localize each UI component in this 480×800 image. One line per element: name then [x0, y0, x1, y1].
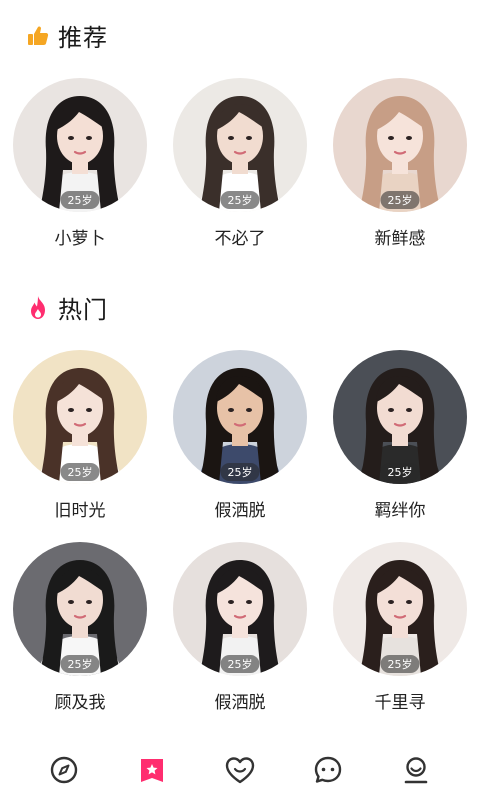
avatar[interactable]: 25岁 — [13, 350, 147, 484]
user-card[interactable]: 25岁新鲜感 — [320, 78, 480, 250]
tab-recommend[interactable] — [124, 742, 180, 798]
user-name: 假洒脱 — [214, 693, 266, 713]
thumbs-up-icon — [26, 24, 50, 48]
avatar[interactable]: 25岁 — [13, 542, 147, 676]
page: 推荐 25岁 小萝卜 25岁 不必了 25岁 新鲜感 热门 25岁 旧时光 25岁 假洒脱 25岁… — [0, 0, 480, 800]
star-bookmark-icon — [141, 759, 163, 782]
fire-icon — [26, 295, 50, 321]
user-name: 新鲜感 — [374, 229, 426, 249]
avatar[interactable]: 25岁 — [333, 350, 467, 484]
recommend-title: 推荐 — [58, 24, 108, 52]
age-badge: 25岁 — [220, 191, 260, 209]
user-card[interactable]: 25岁假洒脱 — [160, 542, 320, 714]
heart-icon — [225, 757, 255, 784]
hot-header: 热门 — [26, 290, 108, 325]
hot-title: 热门 — [58, 296, 108, 324]
user-card[interactable]: 25岁假洒脱 — [160, 350, 320, 522]
age-badge: 25岁 — [220, 463, 260, 481]
user-name: 旧时光 — [54, 501, 106, 521]
user-name: 顾及我 — [54, 693, 106, 713]
age-badge: 25岁 — [60, 463, 100, 481]
age-badge: 25岁 — [380, 463, 420, 481]
age-badge: 25岁 — [60, 655, 100, 673]
user-name: 不必了 — [214, 229, 266, 249]
user-card[interactable]: 25岁千里寻 — [320, 542, 480, 714]
age-badge: 25岁 — [220, 655, 260, 673]
tab-discover[interactable] — [36, 742, 92, 798]
avatar[interactable]: 25岁 — [173, 542, 307, 676]
user-name: 小萝卜 — [54, 229, 106, 249]
profile-icon — [404, 757, 428, 784]
tab-profile[interactable] — [388, 742, 444, 798]
avatar[interactable]: 25岁 — [333, 78, 467, 212]
compass-icon — [50, 756, 78, 784]
tab-match[interactable] — [212, 742, 268, 798]
user-card[interactable]: 25岁顾及我 — [0, 542, 160, 714]
user-name: 假洒脱 — [214, 501, 266, 521]
user-card[interactable]: 25岁不必了 — [160, 78, 320, 250]
tab-messages[interactable] — [300, 742, 356, 798]
avatar[interactable]: 25岁 — [333, 542, 467, 676]
user-card[interactable]: 25岁小萝卜 — [0, 78, 160, 250]
avatar[interactable]: 25岁 — [13, 78, 147, 212]
bottom-tab-bar — [0, 740, 480, 800]
age-badge: 25岁 — [60, 191, 100, 209]
avatar[interactable]: 25岁 — [173, 78, 307, 212]
user-name: 千里寻 — [374, 693, 426, 713]
hot-grid: 25岁 旧时光 25岁 假洒脱 25岁 羁绊你 25岁 顾及我 25岁 假洒脱 25岁 千里寻 — [0, 350, 480, 714]
recommend-grid: 25岁 小萝卜 25岁 不必了 25岁 新鲜感 — [0, 78, 480, 250]
age-badge: 25岁 — [380, 191, 420, 209]
user-card[interactable]: 25岁旧时光 — [0, 350, 160, 522]
age-badge: 25岁 — [380, 655, 420, 673]
user-name: 羁绊你 — [374, 501, 426, 521]
avatar[interactable]: 25岁 — [173, 350, 307, 484]
recommend-header: 推荐 — [26, 18, 108, 53]
chat-bubble-icon — [314, 756, 342, 783]
user-card[interactable]: 25岁羁绊你 — [320, 350, 480, 522]
